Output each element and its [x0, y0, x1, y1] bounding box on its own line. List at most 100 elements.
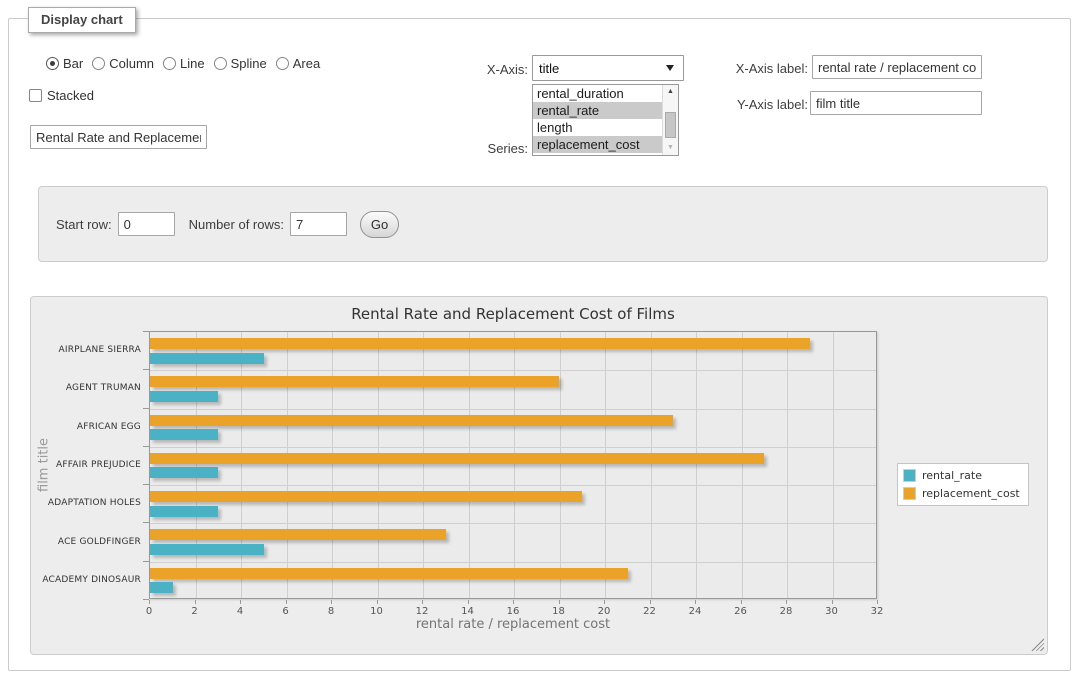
- category-label: AIRPLANE SIERRA: [37, 344, 141, 356]
- x-tick-mark: [832, 600, 833, 604]
- x-tick-label: 30: [817, 606, 847, 617]
- y-tick-mark: [143, 522, 149, 523]
- x-tick-mark: [286, 600, 287, 604]
- category-label: ACADEMY DINOSAUR: [37, 574, 141, 586]
- x-tick-mark: [604, 600, 605, 604]
- bar-rental_rate: [150, 582, 173, 593]
- gridline-vertical: [423, 332, 424, 598]
- x-tick-mark: [331, 600, 332, 604]
- gridline-vertical: [742, 332, 743, 598]
- bar-rental_rate: [150, 544, 264, 555]
- x-axis-label-input[interactable]: [812, 55, 982, 79]
- x-axis-label-caption: X-Axis label:: [716, 61, 808, 76]
- y-tick-mark: [143, 561, 149, 562]
- gridline-vertical: [378, 332, 379, 598]
- listbox-scrollbar[interactable]: ▲ ▼: [662, 85, 678, 155]
- legend-swatch-replacement_cost: [903, 487, 916, 500]
- bar-replacement_cost: [150, 529, 446, 540]
- chart-type-label: Line: [180, 56, 205, 71]
- chart-panel: Rental Rate and Replacement Cost of Film…: [30, 296, 1048, 655]
- gridline-vertical: [241, 332, 242, 598]
- gridline-vertical: [560, 332, 561, 598]
- x-tick-mark: [149, 600, 150, 604]
- chart-type-label: Bar: [63, 56, 83, 71]
- series-option-replacement_cost[interactable]: replacement_cost: [533, 136, 662, 153]
- legend-item-replacement_cost: replacement_cost: [903, 487, 1020, 500]
- gridline-horizontal: [150, 370, 876, 371]
- x-tick-label: 0: [134, 606, 164, 617]
- scroll-up-icon[interactable]: ▲: [663, 85, 678, 99]
- stacked-checkbox[interactable]: Stacked: [29, 88, 94, 103]
- x-tick-label: 24: [680, 606, 710, 617]
- gridline-vertical: [787, 332, 788, 598]
- bar-replacement_cost: [150, 453, 764, 464]
- checkbox-icon: [29, 89, 42, 102]
- chart-type-radio-column[interactable]: Column: [92, 56, 154, 71]
- chart-resize-handle[interactable]: [1031, 638, 1044, 651]
- x-tick-label: 20: [589, 606, 619, 617]
- x-tick-mark: [377, 600, 378, 604]
- series-option-length[interactable]: length: [533, 119, 662, 136]
- chart-type-radio-bar[interactable]: Bar: [46, 56, 83, 71]
- number-of-rows-label: Number of rows:: [189, 217, 284, 232]
- chart-type-radio-group: Bar Column Line Spline Area: [46, 56, 329, 71]
- gridline-horizontal: [150, 409, 876, 410]
- x-axis-select-label: X-Axis:: [440, 62, 528, 77]
- gridline-vertical: [287, 332, 288, 598]
- x-axis-select[interactable]: title: [532, 55, 684, 81]
- chart-type-radio-line[interactable]: Line: [163, 56, 205, 71]
- chart-type-label: Area: [293, 56, 320, 71]
- series-option-rental_rate[interactable]: rental_rate: [533, 102, 662, 119]
- go-button[interactable]: Go: [360, 211, 399, 238]
- chart-type-radio-area[interactable]: Area: [276, 56, 320, 71]
- chart-x-axis-title: rental rate / replacement cost: [263, 617, 763, 632]
- gridline-horizontal: [150, 523, 876, 524]
- bar-replacement_cost: [150, 491, 582, 502]
- y-axis-label-input[interactable]: [810, 91, 982, 115]
- x-tick-mark: [195, 600, 196, 604]
- fieldset-legend: Display chart: [28, 7, 136, 33]
- category-label: AGENT TRUMAN: [37, 382, 141, 394]
- gridline-horizontal: [150, 447, 876, 448]
- gridline-vertical: [196, 332, 197, 598]
- y-tick-mark: [143, 408, 149, 409]
- number-of-rows-input[interactable]: [290, 212, 347, 236]
- gridline-vertical: [605, 332, 606, 598]
- chart-type-label: Column: [109, 56, 154, 71]
- x-tick-mark: [240, 600, 241, 604]
- x-tick-mark: [650, 600, 651, 604]
- bar-replacement_cost: [150, 568, 628, 579]
- x-tick-label: 22: [635, 606, 665, 617]
- scroll-down-icon[interactable]: ▼: [663, 141, 678, 155]
- y-tick-mark: [143, 331, 149, 332]
- x-tick-label: 26: [726, 606, 756, 617]
- chart-title-input[interactable]: [30, 125, 207, 149]
- legend-label: rental_rate: [922, 469, 982, 482]
- x-tick-mark: [468, 600, 469, 604]
- x-tick-label: 2: [180, 606, 210, 617]
- y-tick-mark: [143, 484, 149, 485]
- x-tick-mark: [513, 600, 514, 604]
- gridline-horizontal: [150, 562, 876, 563]
- bar-rental_rate: [150, 429, 218, 440]
- series-option-rental_duration[interactable]: rental_duration: [533, 85, 662, 102]
- y-axis-label-caption: Y-Axis label:: [716, 97, 808, 112]
- scroll-thumb[interactable]: [665, 112, 676, 138]
- bar-replacement_cost: [150, 415, 673, 426]
- x-tick-mark: [559, 600, 560, 604]
- x-tick-label: 32: [862, 606, 892, 617]
- category-label: AFRICAN EGG: [37, 421, 141, 433]
- chart-type-radio-spline[interactable]: Spline: [214, 56, 267, 71]
- bar-rental_rate: [150, 506, 218, 517]
- x-tick-label: 16: [498, 606, 528, 617]
- chart-legend: rental_rate replacement_cost: [897, 463, 1029, 506]
- x-tick-label: 28: [771, 606, 801, 617]
- start-row-input[interactable]: [118, 212, 175, 236]
- radio-icon: [46, 57, 59, 70]
- legend-item-rental_rate: rental_rate: [903, 469, 1020, 482]
- x-axis-selected-value: title: [539, 61, 559, 76]
- series-listbox[interactable]: rental_durationrental_ratelengthreplacem…: [532, 84, 679, 156]
- category-label: ACE GOLDFINGER: [37, 536, 141, 548]
- y-tick-mark: [143, 446, 149, 447]
- x-tick-mark: [695, 600, 696, 604]
